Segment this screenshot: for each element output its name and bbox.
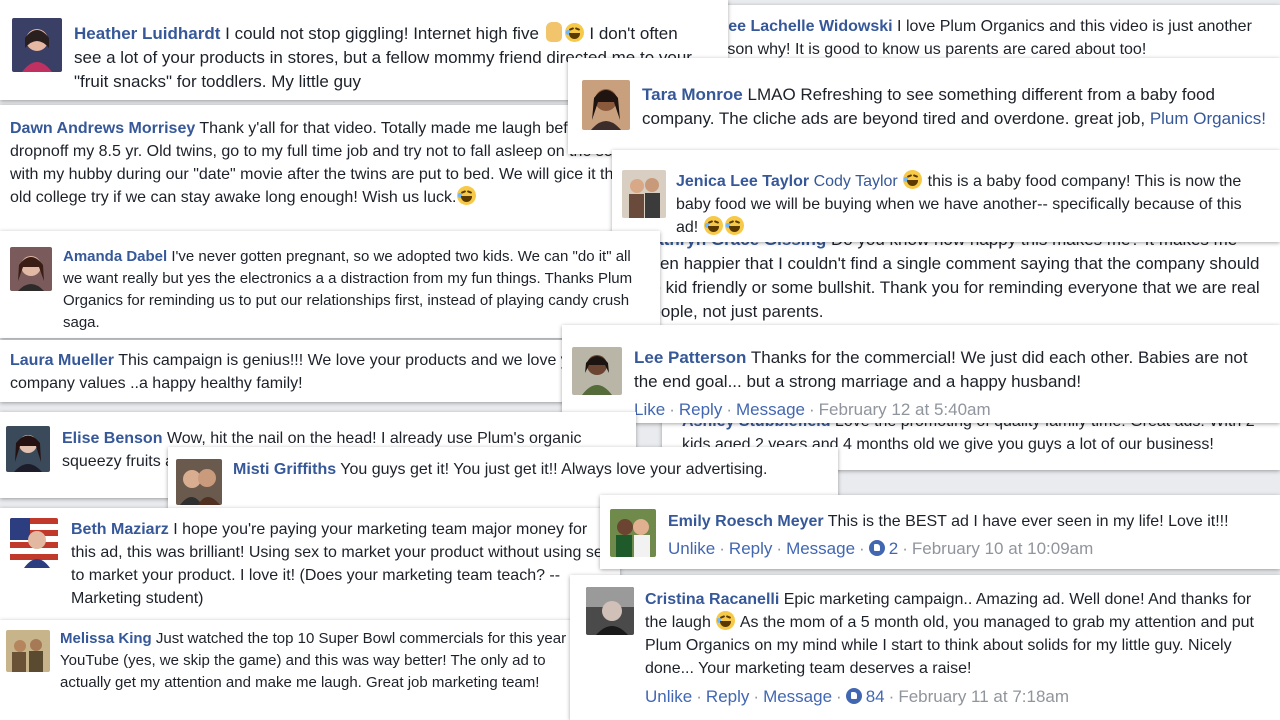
avatar[interactable] xyxy=(12,18,62,72)
like-count[interactable]: 2 xyxy=(889,539,898,558)
comment-text-continued: As the mom of a 5 month old, you managed… xyxy=(645,614,1254,677)
high-five-hand-icon xyxy=(545,22,562,42)
avatar[interactable] xyxy=(622,170,666,218)
message-link[interactable]: Message xyxy=(763,687,832,706)
avatar[interactable] xyxy=(10,518,58,568)
avatar[interactable] xyxy=(6,426,50,472)
laughing-tears-emoji-icon xyxy=(457,186,477,205)
reply-link[interactable]: Reply xyxy=(729,539,772,558)
comment-card-emily: Emily Roesch Meyer This is the BEST ad I… xyxy=(600,495,1280,569)
comment-text: I could not stop giggling! Internet high… xyxy=(225,24,539,43)
commenter-name[interactable]: Cristina Racanelli xyxy=(645,591,779,608)
comment-card-lee: Lee Patterson Thanks for the commercial!… xyxy=(562,325,1280,423)
unlike-link[interactable]: Unlike xyxy=(668,539,715,558)
like-link[interactable]: Like xyxy=(634,400,665,419)
commenter-name[interactable]: Beth Maziarz xyxy=(71,521,169,538)
avatar[interactable] xyxy=(572,347,622,395)
commenter-name[interactable]: Lee Patterson xyxy=(634,348,746,367)
avatar[interactable] xyxy=(6,630,50,672)
laughing-tears-emoji-icon xyxy=(716,611,736,630)
comment-timestamp[interactable]: February 11 at 7:18am xyxy=(898,687,1069,706)
avatar[interactable] xyxy=(176,459,222,505)
comment-card-melissa: Melissa King Just watched the top 10 Sup… xyxy=(0,620,596,720)
avatar[interactable] xyxy=(586,587,634,635)
comment-card-tara: Tara Monroe LMAO Refreshing to see somet… xyxy=(568,58,1280,154)
commenter-name[interactable]: Misti Griffiths xyxy=(233,461,336,478)
avatar[interactable] xyxy=(582,80,630,130)
unlike-link[interactable]: Unlike xyxy=(645,687,692,706)
laughing-tears-emoji-icon xyxy=(564,23,584,42)
reply-link[interactable]: Reply xyxy=(679,400,722,419)
reply-link[interactable]: Reply xyxy=(706,687,749,706)
comment-timestamp[interactable]: February 10 at 10:09am xyxy=(912,539,1093,558)
comment-card-jenica: Jenica Lee Taylor Cody Taylor this is a … xyxy=(612,150,1280,242)
comment-card-laura: Laura Mueller This campaign is genius!!!… xyxy=(0,340,620,402)
message-link[interactable]: Message xyxy=(736,400,805,419)
page-tag-link[interactable]: Plum Organics! xyxy=(1150,109,1266,128)
commenter-name[interactable]: Heather Luidhardt xyxy=(74,24,220,43)
comment-card-dawn: Dawn Andrews Morrisey Thank y'all for th… xyxy=(0,105,640,239)
commenter-name[interactable]: Melissa King xyxy=(60,630,152,647)
comment-timestamp[interactable]: February 12 at 5:40am xyxy=(819,400,991,419)
commenter-name[interactable]: Amanda Dabel xyxy=(63,248,167,265)
laughing-tears-emoji-icon xyxy=(703,216,723,235)
laughing-tears-emoji-icon xyxy=(724,216,744,235)
tagged-friend-link[interactable]: Cody Taylor xyxy=(814,173,898,190)
like-thumb-icon[interactable] xyxy=(845,688,862,704)
comment-text: This is the BEST ad I have ever seen in … xyxy=(827,513,1229,530)
laughing-tears-emoji-icon xyxy=(903,170,923,189)
message-link[interactable]: Message xyxy=(786,539,855,558)
commenter-name[interactable]: Elise Benson xyxy=(62,430,162,447)
commenter-name[interactable]: Dawn Andrews Morrisey xyxy=(10,120,195,137)
commenter-name[interactable]: Tara Monroe xyxy=(642,85,743,104)
comment-card-cristina: Cristina Racanelli Epic marketing campai… xyxy=(570,575,1280,720)
avatar[interactable] xyxy=(610,509,656,557)
comment-text: You guys get it! You just get it!! Alway… xyxy=(340,461,768,478)
like-thumb-icon[interactable] xyxy=(868,540,885,556)
avatar[interactable] xyxy=(10,247,52,291)
commenter-name[interactable]: Jenica Lee Taylor xyxy=(676,173,809,190)
commenter-name[interactable]: Laura Mueller xyxy=(10,352,114,369)
like-count[interactable]: 84 xyxy=(866,687,885,706)
commenter-name[interactable]: Emily Roesch Meyer xyxy=(668,513,824,530)
comment-card-amanda: Amanda Dabel I've never gotten pregnant,… xyxy=(0,231,660,338)
comment-card-beth: Beth Maziarz I hope you're paying your m… xyxy=(0,508,620,620)
